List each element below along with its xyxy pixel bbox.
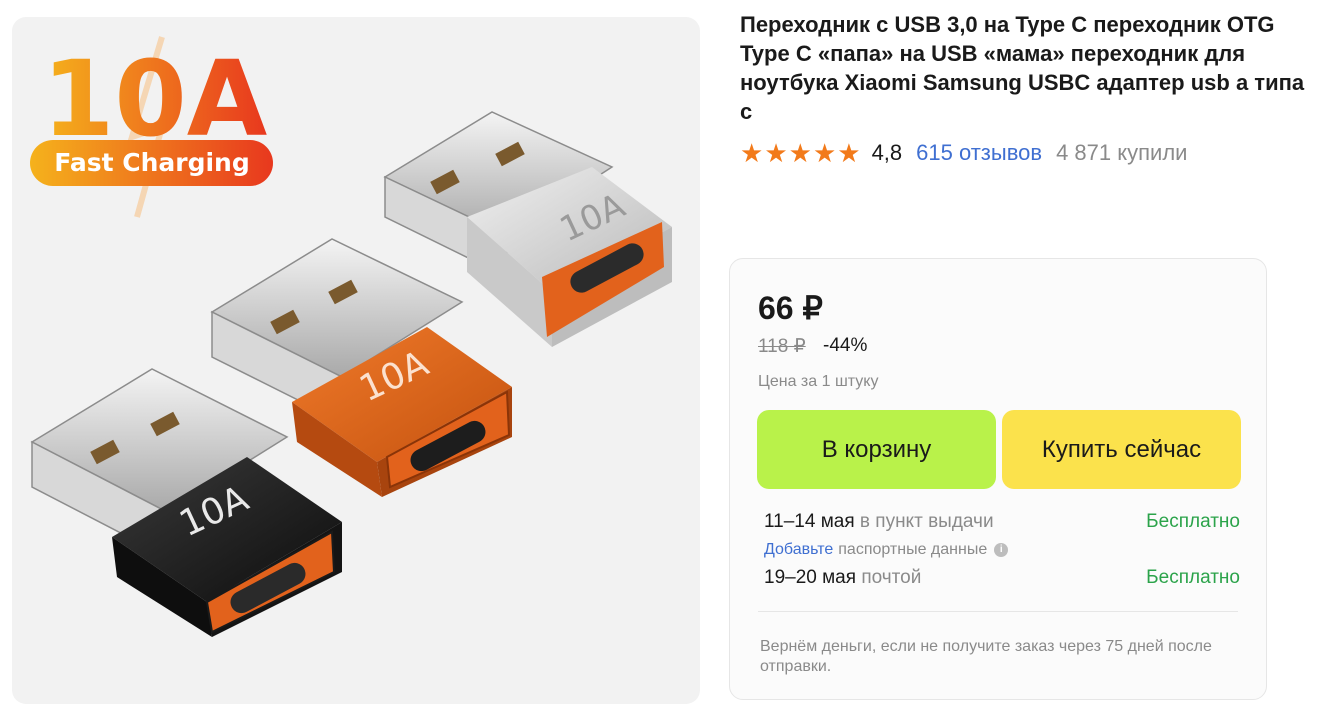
buy-now-button[interactable]: Купить сейчас xyxy=(1002,410,1241,489)
star-icon: ★ xyxy=(837,138,861,168)
refund-guarantee-note: Вернём деньги, если не получите заказ че… xyxy=(760,638,1212,675)
delivery-method: почтой xyxy=(861,567,922,588)
delivery-date: 11–14 мая xyxy=(764,511,860,532)
star-icon: ★ xyxy=(788,138,812,168)
delivery-pickup-row: 11–14 мая в пункт выдачи Бесплатно xyxy=(764,511,1240,533)
add-to-cart-button[interactable]: В корзину xyxy=(757,410,996,489)
star-icon: ★ xyxy=(740,138,764,168)
passport-text: паспортные данные xyxy=(838,541,988,558)
add-passport-link[interactable]: Добавьте xyxy=(764,541,833,559)
product-image[interactable]: 10A Fast Charging 10A 10A 10A xyxy=(12,17,700,704)
delivery-method: в пункт выдачи xyxy=(859,511,994,532)
product-photo: 10A Fast Charging 10A 10A 10A xyxy=(30,36,672,637)
passport-row: Добавьте паспортные данные i xyxy=(764,541,1009,559)
badge-small-text: Fast Charging xyxy=(54,148,250,177)
info-icon[interactable]: i xyxy=(994,543,1009,557)
rating-stars: ★ ★ ★ ★ ★ xyxy=(740,140,862,166)
unit-price-note: Цена за 1 штуку xyxy=(758,373,879,390)
divider xyxy=(758,611,1238,612)
buy-card: 66 ₽ 118 ₽ -44% Цена за 1 штуку В корзин… xyxy=(729,258,1267,700)
current-price: 66 ₽ xyxy=(758,290,823,326)
discount-badge: -44% xyxy=(823,335,868,356)
product-title: Переходник с USB 3,0 на Type C переходни… xyxy=(740,12,1305,124)
rating-row: ★ ★ ★ ★ ★ 4,8 615 отзывов 4 871 купили xyxy=(740,138,1187,168)
delivery-price: Бесплатно xyxy=(1146,511,1240,532)
rating-value: 4,8 xyxy=(871,140,903,165)
reviews-link[interactable]: 615 отзывов xyxy=(916,140,1042,166)
old-price: 118 ₽ xyxy=(758,336,806,357)
star-icon: ★ xyxy=(764,138,788,168)
delivery-post-row: 19–20 мая почтой Бесплатно xyxy=(764,567,1240,589)
delivery-price: Бесплатно xyxy=(1146,567,1240,588)
star-icon: ★ xyxy=(812,138,837,168)
delivery-date: 19–20 мая xyxy=(764,567,862,588)
orange-adapter: 10A xyxy=(210,238,512,497)
purchased-count: 4 871 купили xyxy=(1056,140,1188,165)
